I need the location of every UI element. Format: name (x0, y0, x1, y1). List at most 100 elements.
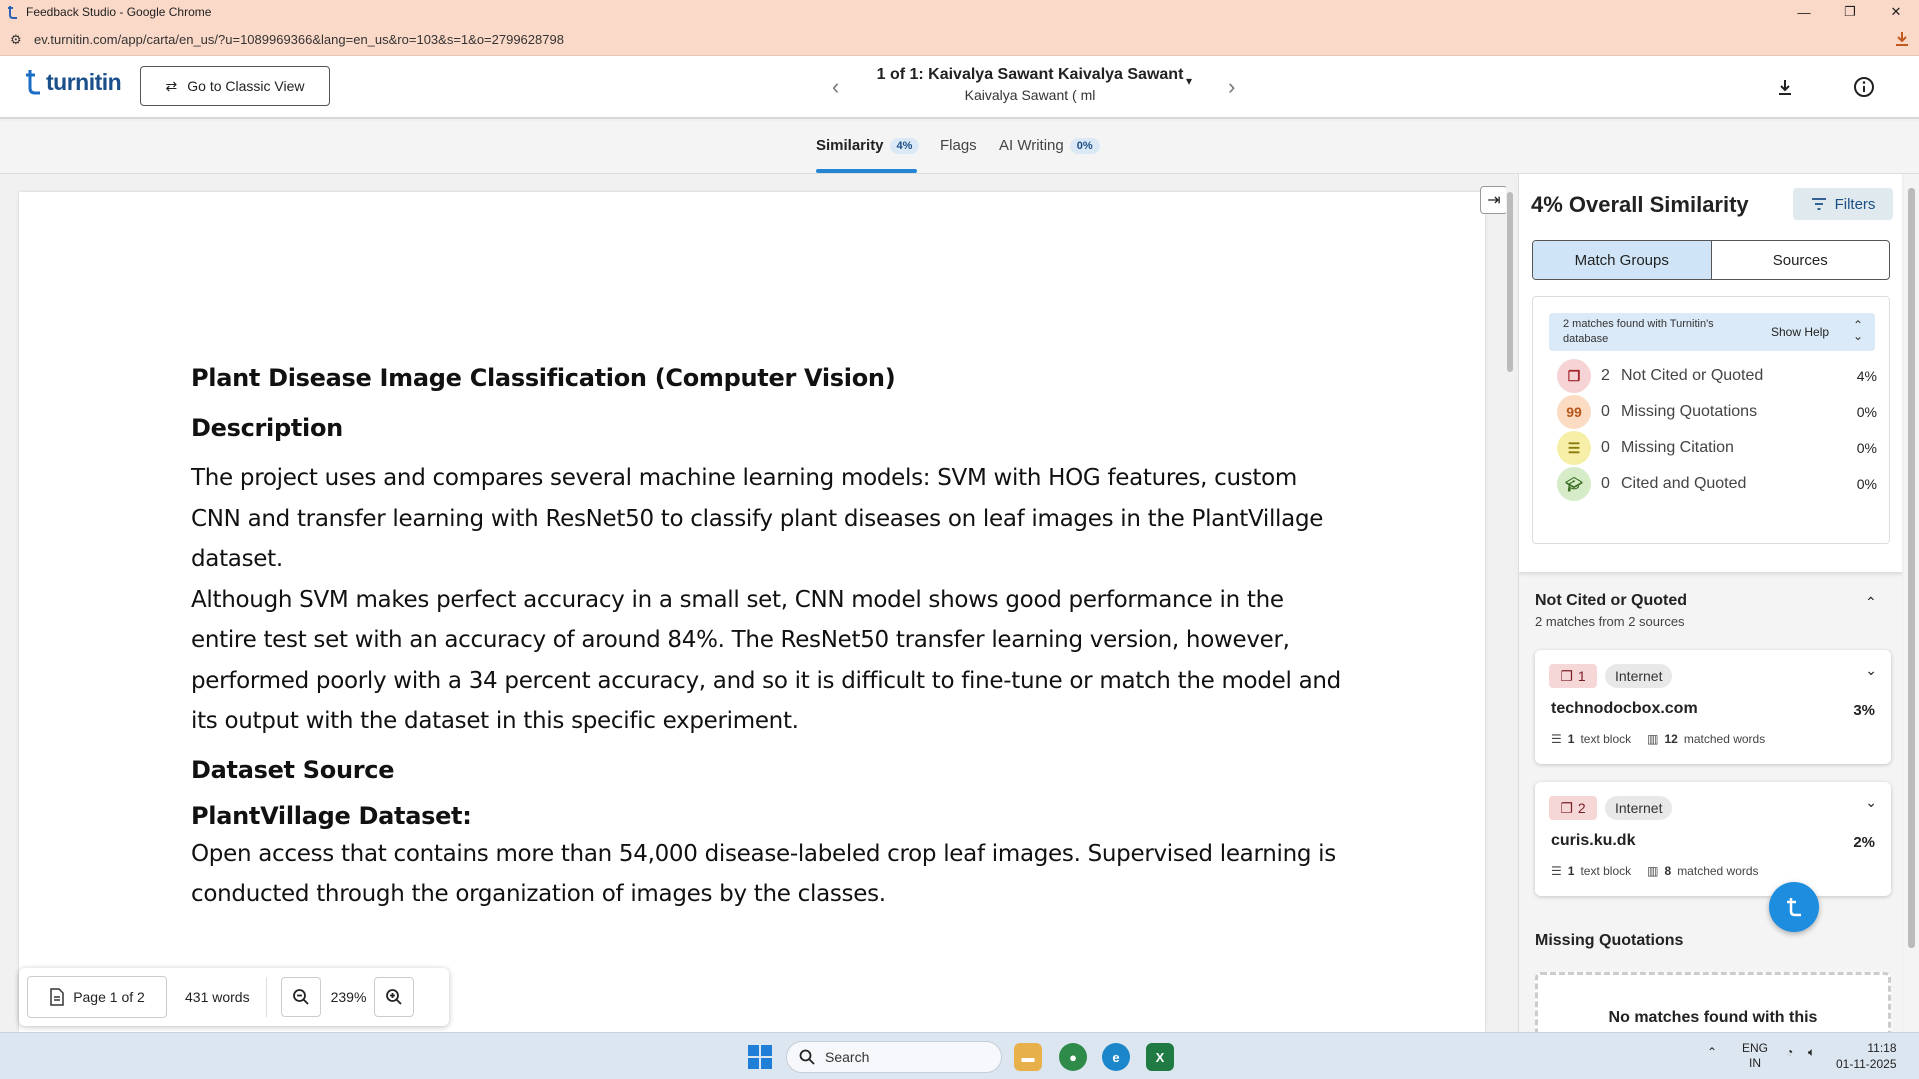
start-button-windows-icon[interactable] (748, 1045, 772, 1069)
site-settings-icon[interactable]: ⚙ (10, 32, 24, 48)
wifi-icon[interactable]: ◔ (1786, 1045, 1793, 1059)
go-to-classic-view-button[interactable]: ⇄ Go to Classic View (140, 66, 330, 106)
open-source-fab-button[interactable] (1769, 882, 1819, 932)
window-title: Feedback Studio - Google Chrome (26, 5, 212, 19)
overall-similarity: 4% Overall Similarity (1531, 192, 1749, 217)
expand-chevron-icon[interactable]: ⌄ (1865, 662, 1877, 679)
group-label: Cited and Quoted (1621, 475, 1747, 492)
tab-label: Similarity (816, 137, 884, 154)
restore-button[interactable]: ❐ (1827, 0, 1873, 24)
minimize-button[interactable]: — (1781, 0, 1827, 24)
group-label: Not Cited or Quoted (1621, 367, 1764, 384)
text-lines-icon: ☰ (1557, 431, 1591, 465)
panel-scrollbar[interactable] (1904, 174, 1919, 1032)
source-domain: curis.ku.dk (1551, 832, 1636, 849)
document-viewer[interactable]: Plant Disease Image Classification (Comp… (0, 174, 1508, 1032)
file-explorer-icon[interactable]: ▬ (1014, 1043, 1042, 1071)
expand-chevron-icon[interactable]: ⌃ ⌄ (1853, 319, 1863, 342)
page-navigator-button[interactable]: Page 1 of 2 (27, 976, 167, 1018)
download-icon[interactable] (1772, 74, 1798, 100)
source-meta: ☰ 1 text block ▥ 8 matched words (1551, 864, 1759, 878)
group-label: Missing Quotations (1621, 403, 1758, 420)
matched-words-icon: ▥ (1647, 864, 1659, 878)
document-page[interactable]: Plant Disease Image Classification (Comp… (19, 192, 1485, 1032)
tab-ai-writing[interactable]: AI Writing 0% (999, 137, 1100, 154)
matched-words-label: matched words (1677, 864, 1759, 878)
doc-title: Plant Disease Image Classification (Comp… (191, 364, 896, 392)
not-cited-subheading: 2 matches from 2 sources (1535, 614, 1685, 629)
zoom-in-button[interactable] (374, 977, 415, 1017)
match-number-badge: ❐ 2 (1549, 796, 1597, 820)
group-count: 0 (1601, 403, 1610, 420)
student-selector[interactable]: 1 of 1: Kaivalya Sawant Kaivalya Sawant … (870, 66, 1192, 103)
block-label: text block (1580, 864, 1632, 878)
copy-pages-icon: ❐ (1560, 799, 1573, 816)
chrome-icon[interactable]: ● (1059, 1043, 1087, 1071)
swap-arrows-icon: ⇄ (165, 77, 178, 94)
group-count: 0 (1601, 439, 1610, 456)
missing-quotations-empty: No matches found with this (1535, 972, 1891, 1032)
turnitin-header: turnitin ⇄ Go to Classic View ‹ 1 of 1: … (0, 56, 1919, 119)
collapse-panel-button[interactable]: ⇥ (1480, 186, 1508, 214)
match-groups-tab[interactable]: Match Groups (1533, 241, 1712, 279)
source-card[interactable]: ❐ 1 Internet ⌄ technodocbox.com 3% ☰ 1 text… (1535, 650, 1891, 764)
volume-icon[interactable]: 🔈︎ (1808, 1045, 1815, 1060)
block-count: 1 (1567, 732, 1575, 746)
document-text: Plant Disease Image Classification (Comp… (191, 364, 1341, 915)
document-scrollbar[interactable] (1506, 180, 1514, 1032)
copy-pages-icon: ❐ (1557, 359, 1591, 393)
group-label: Missing Citation (1621, 439, 1734, 456)
sources-tab[interactable]: Sources (1712, 241, 1890, 279)
clock-date: 01-11-2025 (1836, 1057, 1897, 1071)
match-group-missing-quotations[interactable]: 99 0 Missing Quotations 0% (1557, 395, 1877, 429)
filters-button[interactable]: Filters (1793, 188, 1893, 220)
match-group-missing-citation[interactable]: ☰ 0 Missing Citation 0% (1557, 431, 1877, 465)
previous-submission-chevron-icon[interactable]: ‹ (832, 74, 839, 100)
match-group-not-cited[interactable]: ❐ 2 Not Cited or Quoted 4% (1557, 359, 1877, 393)
language-indicator[interactable]: ENG IN (1742, 1041, 1768, 1071)
system-clock[interactable]: 11:18 01-11-2025 (1836, 1040, 1897, 1072)
scrollbar-thumb[interactable] (1507, 192, 1513, 372)
page-label: Page 1 of 2 (73, 989, 145, 1005)
filter-icon (1811, 198, 1826, 210)
not-cited-heading: Not Cited or Quoted (1535, 592, 1687, 609)
view-tabs: Similarity 4% Flags AI Writing 0% (0, 121, 1919, 174)
scrollbar-thumb[interactable] (1908, 188, 1915, 948)
show-hidden-icons-chevron-icon[interactable]: ⌃ (1707, 1045, 1717, 1059)
zoom-out-icon (292, 989, 309, 1005)
student-sub: Kaivalya Sawant ( ml (964, 87, 1096, 103)
search-label: Search (825, 1049, 870, 1065)
zoom-out-button[interactable] (280, 977, 321, 1017)
source-card[interactable]: ❐ 2 Internet ⌄ curis.ku.dk 2% ☰ 1 text bloc… (1535, 782, 1891, 896)
taskbar-search-box[interactable]: Search (786, 1041, 1002, 1073)
expand-chevron-icon[interactable]: ⌄ (1865, 794, 1877, 811)
match-number: 1 (1577, 668, 1586, 684)
match-groups-box: 2 matches found with Turnitin's database… (1532, 296, 1890, 544)
zoom-in-icon (386, 989, 403, 1005)
download-icon[interactable] (1893, 30, 1911, 51)
show-help-button[interactable]: Show Help (1771, 325, 1829, 339)
source-meta: ☰ 1 text block ▥ 12 matched words (1551, 732, 1765, 746)
caret-down-icon: ▾ (1185, 74, 1192, 88)
tab-flags[interactable]: Flags (940, 137, 977, 154)
info-icon[interactable] (1851, 74, 1877, 100)
ai-writing-badge: 0% (1069, 137, 1100, 154)
excel-icon[interactable]: X (1146, 1043, 1174, 1071)
edge-icon[interactable]: e (1102, 1043, 1130, 1071)
turnitin-logo[interactable]: turnitin (24, 68, 122, 96)
url-text[interactable]: ev.turnitin.com/app/carta/en_us/?u=10899… (34, 32, 564, 47)
similarity-badge: 4% (889, 137, 920, 154)
next-submission-chevron-icon[interactable]: › (1228, 74, 1235, 100)
matched-word-count: 12 (1664, 732, 1678, 746)
source-pct: 2% (1853, 834, 1875, 851)
matched-words-icon: ▥ (1647, 732, 1659, 746)
turnitin-mark-icon (1787, 898, 1801, 917)
match-group-cited-and-quoted[interactable]: 🎓︎ 0 Cited and Quoted 0% (1557, 467, 1877, 501)
page-toolbar: Page 1 of 2 431 words 239% (19, 968, 449, 1026)
tab-label: AI Writing (999, 137, 1064, 154)
address-bar[interactable]: ⚙ ev.turnitin.com/app/carta/en_us/?u=108… (0, 24, 1919, 56)
tab-similarity[interactable]: Similarity 4% (816, 137, 920, 154)
close-window-button[interactable]: ✕ (1873, 0, 1919, 24)
collapse-chevron-icon[interactable]: ⌃ (1865, 594, 1877, 611)
browser-titlebar: Feedback Studio - Google Chrome — ❐ ✕ (0, 0, 1919, 24)
